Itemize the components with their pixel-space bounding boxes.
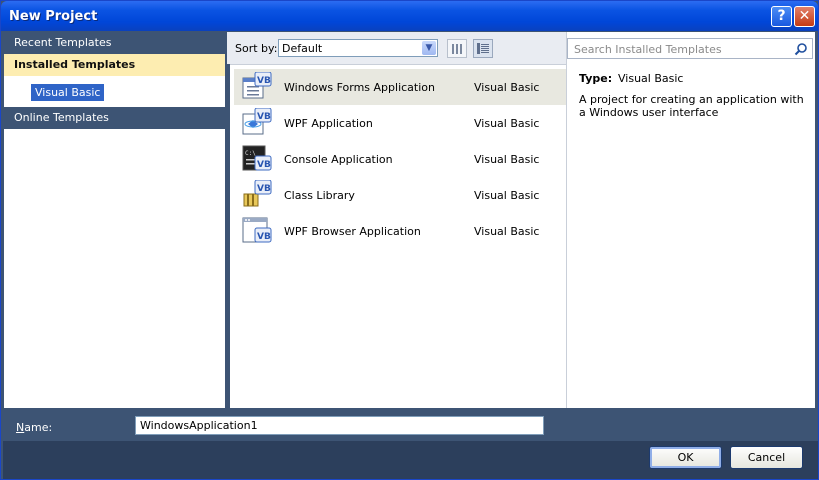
template-name: Console Application — [284, 153, 393, 166]
template-language: Visual Basic — [474, 117, 540, 130]
title-bar[interactable]: New Project ? ✕ — [1, 1, 818, 31]
nav-installed-templates[interactable]: Installed Templates — [4, 54, 225, 76]
name-label: Name: — [16, 421, 52, 434]
console-vb-icon: C:\ VB — [242, 145, 272, 171]
nav-recent-templates[interactable]: Recent Templates — [4, 32, 225, 54]
template-list: VB Windows Forms Application Visual Basi… — [230, 64, 566, 408]
template-language: Visual Basic — [474, 153, 540, 166]
template-description: A project for creating an application wi… — [579, 93, 804, 119]
project-name-input[interactable] — [136, 417, 540, 434]
template-name: Class Library — [284, 189, 355, 202]
template-language: Visual Basic — [474, 225, 540, 238]
template-row-windows-forms[interactable]: VB Windows Forms Application Visual Basi… — [234, 69, 566, 105]
type-label: Type: — [579, 72, 613, 85]
svg-text:VB: VB — [257, 112, 271, 122]
sort-by-label: Sort by: — [235, 42, 278, 55]
template-row-class-library[interactable]: VB Class Library Visual Basic — [234, 177, 566, 213]
wpf-browser-vb-icon: VB — [242, 217, 272, 243]
template-name: WPF Browser Application — [284, 225, 421, 238]
type-value: Visual Basic — [618, 72, 684, 85]
template-row-wpf-browser[interactable]: VB WPF Browser Application Visual Basic — [234, 213, 566, 249]
list-toolbar: Sort by: Default ▼ — [227, 32, 566, 64]
search-templates-input[interactable]: Search Installed Templates — [567, 38, 813, 59]
winforms-vb-icon: VB — [242, 72, 272, 99]
nav-online-templates[interactable]: Online Templates — [4, 107, 225, 129]
wpf-vb-icon: VB — [242, 108, 272, 135]
template-name: Windows Forms Application — [284, 81, 435, 94]
sort-by-dropdown[interactable]: Default ▼ — [278, 39, 438, 57]
ok-button[interactable]: OK — [649, 446, 722, 469]
template-name: WPF Application — [284, 117, 373, 130]
template-row-wpf[interactable]: VB WPF Application Visual Basic — [234, 105, 566, 141]
template-language: Visual Basic — [474, 189, 540, 202]
dialog-title: New Project — [9, 9, 98, 24]
svg-text:VB: VB — [257, 160, 271, 170]
template-details-pane: Search Installed Templates Type: Visual … — [566, 32, 815, 408]
svg-text:VB: VB — [257, 76, 271, 86]
template-row-console[interactable]: C:\ VB Console Application Visual Basic — [234, 141, 566, 177]
svg-text:VB: VB — [257, 232, 271, 242]
name-label-accesskey: N — [16, 421, 25, 434]
view-small-icons-button[interactable] — [447, 39, 467, 58]
name-label-rest: ame: — [24, 421, 53, 434]
details-view-icon — [477, 43, 489, 54]
sort-by-value: Default — [282, 42, 323, 55]
view-details-button[interactable] — [473, 39, 493, 58]
new-project-dialog: New Project ? ✕ Recent Templates Install… — [0, 0, 819, 480]
template-language: Visual Basic — [474, 81, 540, 94]
svg-text:VB: VB — [257, 184, 271, 194]
nav-visual-basic[interactable]: Visual Basic — [31, 84, 105, 101]
cancel-button[interactable]: Cancel — [730, 446, 803, 469]
template-category-pane: Recent Templates Installed Templates Vis… — [4, 32, 225, 408]
search-placeholder: Search Installed Templates — [574, 43, 722, 56]
class-library-vb-icon: VB — [243, 180, 272, 207]
project-name-field[interactable] — [135, 416, 544, 435]
close-button[interactable]: ✕ — [794, 6, 815, 27]
small-icons-view-icon — [452, 44, 462, 54]
search-icon[interactable] — [794, 42, 808, 56]
help-button[interactable]: ? — [771, 6, 792, 27]
svg-text:C:\: C:\ — [245, 150, 256, 157]
chevron-down-icon[interactable]: ▼ — [422, 41, 436, 55]
